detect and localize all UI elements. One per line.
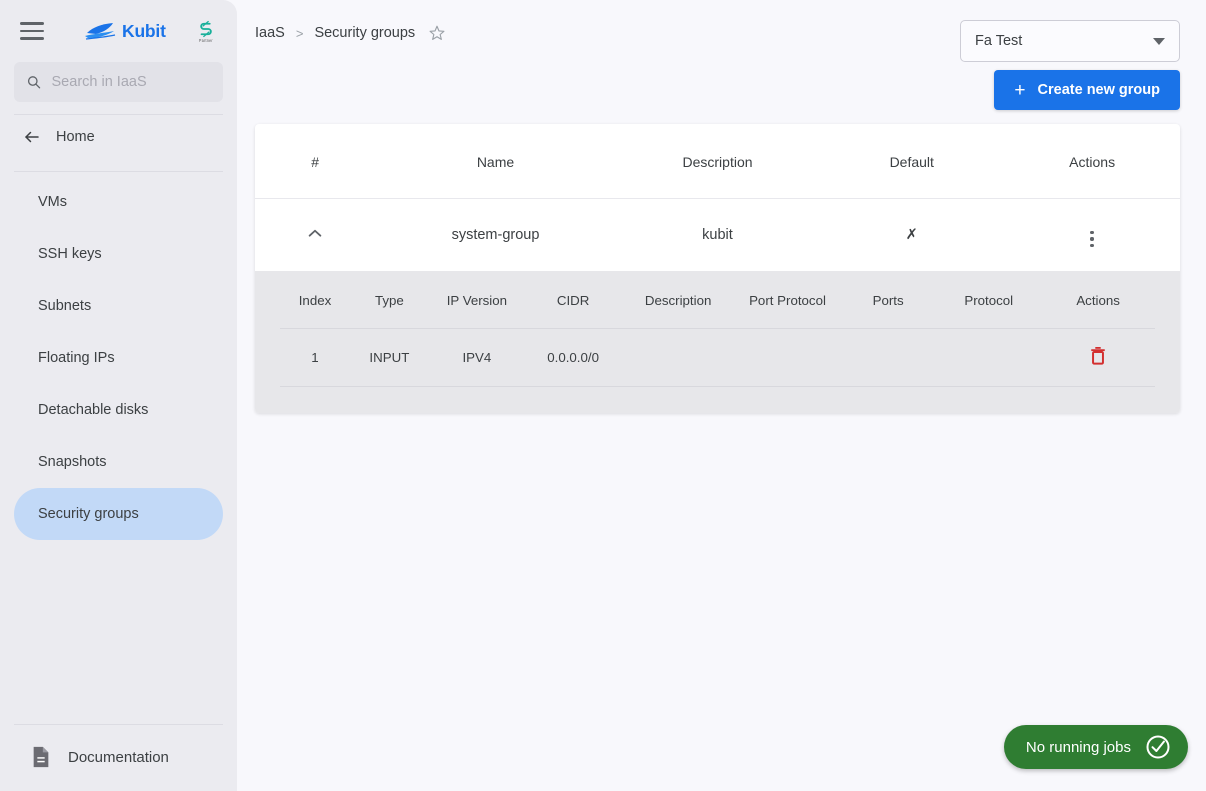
sidebar-item-subnets[interactable]: Subnets [14,280,223,332]
chevron-up-icon [308,229,322,237]
sidebar-item-vms[interactable]: VMs [14,176,223,228]
search-icon [27,76,41,89]
create-new-group-button[interactable]: + Create new group [994,70,1180,110]
search-box[interactable] [14,62,223,102]
column-header-actions: Actions [1004,124,1180,199]
sidebar-search-wrapper [0,62,237,102]
sidebar-brand-bar: Kubit Partner [0,0,237,62]
brand-logo[interactable]: Kubit [84,21,166,42]
arrow-left-icon [25,131,39,143]
sidebar-item-snapshots[interactable]: Snapshots [14,436,223,488]
check-circle-icon [1146,735,1170,759]
rule-cell-ip-version: IPV4 [428,328,525,387]
sidebar-item-label: Snapshots [38,454,107,470]
hamburger-menu-icon[interactable] [20,22,44,40]
breadcrumb-current[interactable]: Security groups [314,25,415,41]
rule-cell-actions [1041,328,1155,387]
table-row: system-group kubit ✗ [255,199,1180,271]
column-header-name: Name [375,124,616,199]
rules-column-description: Description [621,270,735,329]
action-row: + Create new group [237,62,1206,110]
rules-table: Index Type IP Version CIDR Description P… [280,270,1155,387]
sidebar-item-label: Floating IPs [38,350,115,366]
document-icon [33,746,49,768]
sidebar: Kubit Partner Search in IaaS Home VMs SS… [0,0,237,791]
column-header-index: # [255,124,376,199]
boat-logo-icon [85,23,116,40]
table-body: system-group kubit ✗ [255,199,1180,271]
sidebar-item-detachable-disks[interactable]: Detachable disks [14,384,223,436]
security-group-rules-panel: Index Type IP Version CIDR Description P… [255,270,1180,413]
trash-icon[interactable] [1089,346,1107,366]
rules-table-header: Index Type IP Version CIDR Description P… [280,270,1155,329]
main-content: IaaS > Security groups Fa Test + Create … [237,0,1206,791]
star-outline-icon[interactable] [428,24,446,42]
sidebar-item-documentation[interactable]: Documentation [0,725,237,791]
app-root: Kubit Partner Search in IaaS Home VMs SS… [0,0,1206,791]
rules-column-actions: Actions [1041,270,1155,329]
search-input[interactable] [51,74,211,90]
rule-cell-cidr: 0.0.0.0/0 [525,328,622,387]
sidebar-footer: Documentation [0,724,237,791]
partner-s-logo-icon[interactable]: Partner [189,20,223,43]
column-header-description: Description [615,124,820,199]
sidebar-item-label: VMs [38,194,67,210]
sidebar-item-label: SSH keys [38,246,102,262]
table-row: 1 INPUT IPV4 0.0.0.0/0 [280,328,1155,387]
sidebar-item-floating-ips[interactable]: Floating IPs [14,332,223,384]
breadcrumb: IaaS > Security groups [255,20,446,42]
project-select[interactable]: Fa Test [960,20,1180,62]
table-header: # Name Description Default Actions [255,124,1180,199]
rules-column-ports: Ports [840,270,937,329]
sidebar-item-home[interactable]: Home [0,115,237,159]
rules-column-ip-version: IP Version [428,270,525,329]
sidebar-item-security-groups[interactable]: Security groups [14,488,223,540]
expand-row-toggle[interactable] [255,199,375,271]
rules-column-type: Type [350,270,429,329]
home-label: Home [56,129,95,145]
kebab-menu-icon[interactable] [1090,230,1094,248]
rules-column-cidr: CIDR [525,270,622,329]
rule-cell-index: 1 [280,328,350,387]
project-select-value: Fa Test [975,33,1023,49]
chevron-down-icon [1153,37,1165,45]
breadcrumb-root[interactable]: IaaS [255,25,285,41]
partner-s-mark [200,20,212,37]
cell-group-default: ✗ [905,226,918,243]
rules-header-row: Index Type IP Version CIDR Description P… [280,270,1155,329]
security-groups-card: # Name Description Default Actions syste… [255,124,1180,413]
rules-column-index: Index [280,270,350,329]
table-header-row: # Name Description Default Actions [255,124,1180,199]
create-new-group-label: Create new group [1037,82,1160,98]
rule-cell-type: INPUT [350,328,429,387]
brand-name: Kubit [122,20,166,41]
top-bar: IaaS > Security groups Fa Test [237,0,1206,62]
plus-icon: + [1014,79,1026,101]
rule-cell-port-protocol [735,328,840,387]
rule-cell-protocol [936,328,1042,387]
cell-group-name: system-group [451,226,540,243]
sidebar-nav: VMs SSH keys Subnets Floating IPs Detach… [0,172,237,540]
rules-column-port-protocol: Port Protocol [735,270,840,329]
column-header-default: Default [819,124,1005,199]
cell-group-description: kubit [702,226,733,243]
sidebar-item-ssh-keys[interactable]: SSH keys [14,228,223,280]
rule-cell-description [621,328,735,387]
cell-group-actions [1004,199,1180,271]
sidebar-item-label: Security groups [38,506,139,522]
documentation-label: Documentation [68,748,169,766]
rule-cell-ports [840,328,937,387]
rules-table-body: 1 INPUT IPV4 0.0.0.0/0 [280,328,1155,387]
sidebar-item-label: Detachable disks [38,402,149,418]
security-groups-table: # Name Description Default Actions syste… [255,124,1180,271]
running-jobs-label: No running jobs [1025,738,1131,756]
rules-column-protocol: Protocol [936,270,1042,329]
status-badge-running-jobs[interactable]: No running jobs [1003,725,1188,769]
sidebar-item-label: Subnets [38,298,92,314]
breadcrumb-separator: > [295,25,304,41]
partner-sub-label: Partner [199,38,213,43]
